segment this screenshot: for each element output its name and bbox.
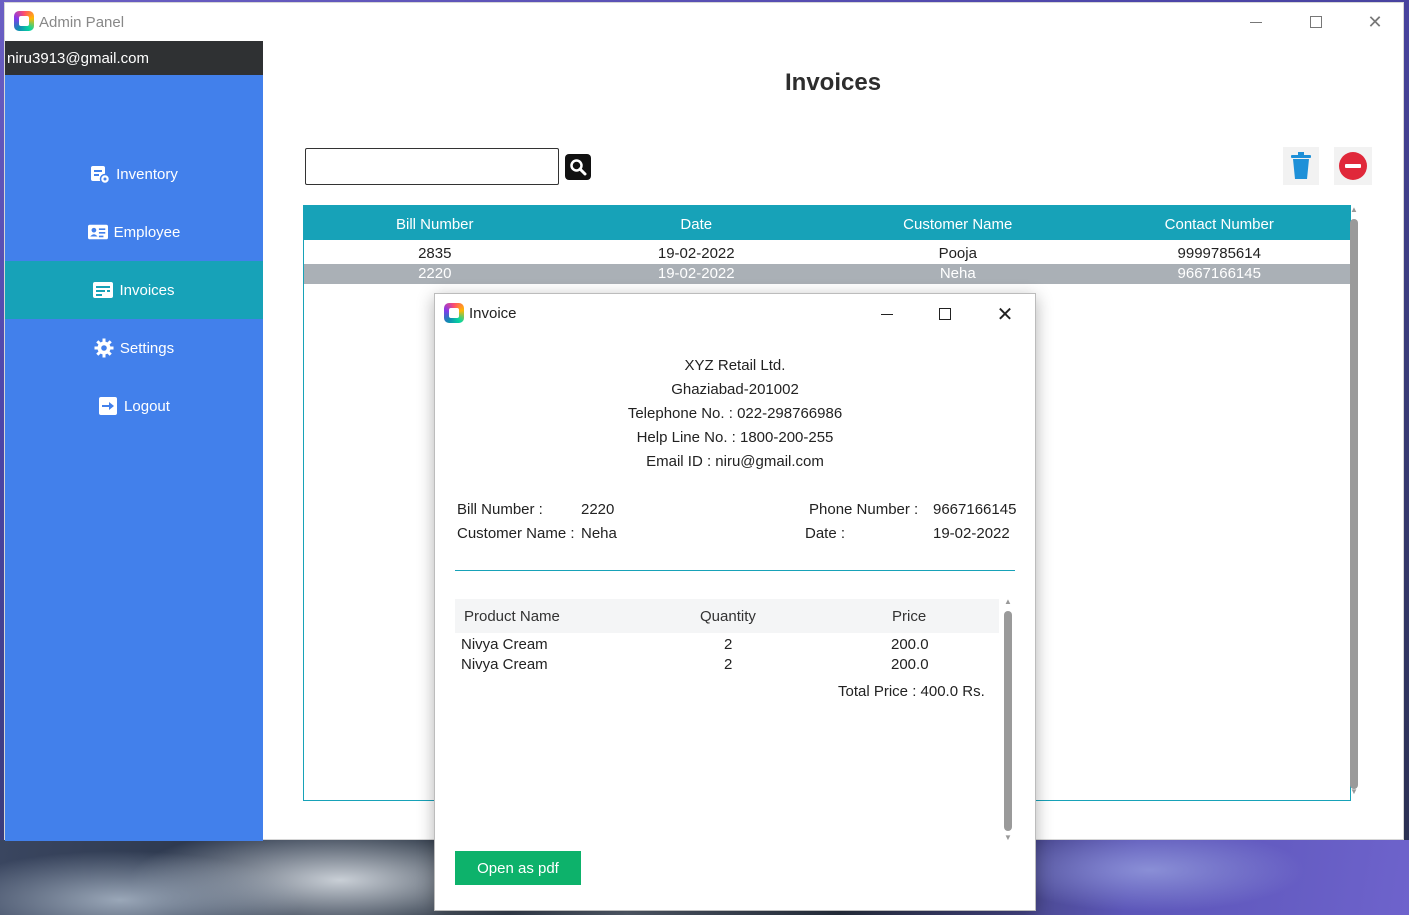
cell-customer-name: Pooja (938, 245, 977, 262)
cell-customer-name: Neha (939, 265, 976, 282)
date-value: 19-02-2022 (933, 525, 1010, 542)
minimize-icon (1250, 21, 1262, 23)
cell-contact-number: 9667166145 (1177, 265, 1261, 282)
logout-icon (98, 396, 118, 416)
items-header: Product Name Quantity Price (455, 599, 999, 633)
invoice-dialog: Invoice ✕ XYZ Retail Ltd. Ghaziabad-2010… (434, 293, 1036, 911)
scroll-up-icon[interactable]: ▲ (1004, 597, 1012, 606)
table-header: Bill Number Date Customer Name Contact N… (304, 206, 1350, 240)
items-scrollbar[interactable]: ▲ ▼ (1001, 597, 1015, 845)
divider (455, 570, 1015, 571)
dialog-title: Invoice (469, 305, 517, 322)
app-logo-icon (14, 11, 34, 31)
sidebar-item-employee[interactable]: Employee (5, 204, 263, 260)
cell-date: 19-02-2022 (657, 245, 735, 262)
page-title: Invoices (785, 69, 882, 96)
cell-bill-number: 2835 (418, 245, 452, 262)
bill-number-value: 2220 (581, 501, 615, 518)
search-button[interactable] (565, 154, 591, 180)
scroll-down-icon[interactable]: ▼ (1350, 787, 1358, 796)
minimize-button[interactable] (1241, 9, 1271, 35)
customer-name-value: Neha (581, 525, 617, 542)
sidebar-item-label: Logout (124, 397, 170, 415)
company-name: XYZ Retail Ltd. (684, 357, 786, 374)
cell-bill-number: 2220 (418, 265, 452, 282)
scroll-down-icon[interactable]: ▼ (1004, 833, 1012, 842)
gear-icon (94, 338, 114, 358)
column-header-quantity[interactable]: Quantity (700, 608, 756, 625)
sidebar-item-label: Invoices (119, 281, 175, 299)
table-row[interactable]: 2835 19-02-2022 Pooja 9999785614 (304, 244, 1350, 264)
window-title: Admin Panel (39, 14, 125, 31)
column-header-contact-number[interactable]: Contact Number (1089, 206, 1351, 240)
item-product-name: Nivya Cream (461, 636, 548, 653)
item-price: 200.0 (891, 636, 929, 653)
bill-number-label: Bill Number : (457, 501, 543, 518)
close-icon: ✕ (1367, 12, 1383, 32)
minus-circle-icon (1339, 152, 1367, 180)
sidebar-item-invoices[interactable]: Invoices (5, 261, 263, 319)
sidebar: Inventory Employee Invoices Settings Log… (5, 75, 263, 841)
company-details: XYZ Retail Ltd. Ghaziabad-201002 Telepho… (435, 354, 1035, 474)
dialog-minimize-button[interactable] (875, 302, 899, 326)
trash-icon (1291, 152, 1311, 179)
company-helpline: Help Line No. : 1800-200-255 (636, 429, 834, 446)
maximize-icon (939, 308, 951, 320)
titlebar: Admin Panel ✕ (5, 3, 1403, 41)
dialog-close-button[interactable]: ✕ (993, 302, 1017, 326)
company-email: Email ID : niru@gmail.com (646, 453, 824, 470)
sidebar-item-inventory[interactable]: Inventory (5, 146, 263, 202)
id-card-icon (87, 222, 108, 242)
sidebar-item-label: Employee (113, 223, 181, 241)
scroll-up-icon[interactable]: ▲ (1350, 205, 1358, 214)
phone-number-label: Phone Number : (809, 501, 919, 518)
minimize-icon (881, 313, 893, 315)
item-quantity: 2 (724, 656, 733, 673)
remove-button[interactable] (1334, 147, 1372, 185)
delete-button[interactable] (1283, 147, 1319, 185)
table-scrollbar[interactable]: ▲ ▼ (1348, 205, 1360, 797)
items-table: Product Name Quantity Price Nivya Cream … (455, 597, 1017, 845)
app-logo-icon (444, 303, 464, 323)
date-label: Date : (805, 525, 846, 542)
user-email: niru3913@gmail.com (5, 41, 263, 75)
scrollbar-thumb[interactable] (1350, 219, 1358, 789)
column-header-product-name[interactable]: Product Name (464, 608, 560, 625)
search-input[interactable] (305, 148, 559, 185)
sidebar-item-settings[interactable]: Settings (5, 320, 263, 376)
maximize-icon (1310, 16, 1322, 28)
sidebar-item-label: Inventory (116, 165, 178, 183)
dialog-maximize-button[interactable] (933, 302, 957, 326)
maximize-button[interactable] (1301, 9, 1331, 35)
close-icon: ✕ (996, 303, 1014, 326)
customer-name-label: Customer Name : (457, 525, 575, 542)
table-row-selected[interactable]: 2220 19-02-2022 Neha 9667166145 (304, 264, 1350, 284)
column-header-customer-name[interactable]: Customer Name (827, 206, 1089, 240)
total-price: Total Price : 400.0 Rs. (838, 683, 985, 700)
invoice-icon (93, 280, 114, 300)
column-header-date[interactable]: Date (566, 206, 828, 240)
company-telephone: Telephone No. : 022-298766986 (627, 405, 843, 422)
cell-contact-number: 9999785614 (1177, 245, 1261, 262)
cell-date: 19-02-2022 (657, 265, 735, 282)
search-icon (570, 159, 587, 176)
item-price: 200.0 (891, 656, 929, 673)
open-as-pdf-button[interactable]: Open as pdf (455, 851, 581, 885)
item-quantity: 2 (724, 636, 733, 653)
list-item[interactable]: Nivya Cream 2 200.0 (455, 636, 999, 656)
column-header-bill-number[interactable]: Bill Number (304, 206, 566, 240)
item-product-name: Nivya Cream (461, 656, 548, 673)
close-button[interactable]: ✕ (1360, 9, 1390, 35)
column-header-price[interactable]: Price (892, 608, 926, 625)
sidebar-item-logout[interactable]: Logout (5, 378, 263, 434)
inventory-icon (90, 164, 111, 184)
scrollbar-thumb[interactable] (1004, 611, 1012, 831)
list-item[interactable]: Nivya Cream 2 200.0 (455, 656, 999, 676)
sidebar-item-label: Settings (119, 339, 175, 357)
phone-number-value: 9667166145 (933, 501, 1017, 518)
company-address: Ghaziabad-201002 (671, 381, 799, 398)
